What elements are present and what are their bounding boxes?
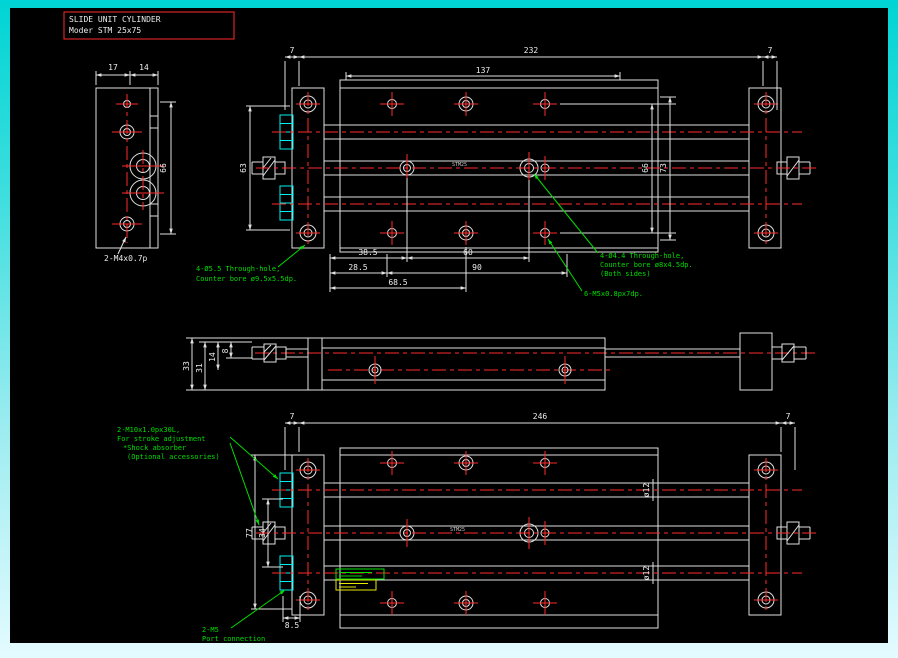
dim-8-5: 8.5 (285, 621, 300, 630)
dim-rod-dia-2: ø12 (642, 566, 651, 581)
note-stroke-2: For stroke adjustment (117, 435, 206, 443)
dim-8: 8 (221, 348, 230, 353)
note-cbore-left-1: 4-Ø5.5 Through-hole, (196, 265, 280, 273)
dim-77: 77 (245, 528, 254, 538)
dim-232: 232 (524, 46, 539, 55)
note-cbore-right-1: 4-Ø4.4 Through-hole, (600, 252, 684, 260)
dim-7-right-2: 7 (786, 412, 791, 421)
drawing-canvas (10, 8, 888, 643)
dim-7-left-2: 7 (290, 412, 295, 421)
note-port-1: 2-M5 (202, 626, 219, 634)
dim-90: 90 (472, 263, 482, 272)
note-port-2: Port connection (202, 635, 265, 643)
dim-68-5: 68.5 (388, 278, 407, 287)
dim-246: 246 (533, 412, 548, 421)
cad-drawing: SLIDE UNIT CYLINDER Moder STM 25x75 17 1… (10, 8, 888, 643)
dim-17: 17 (108, 63, 118, 72)
drawing-title: SLIDE UNIT CYLINDER (69, 15, 161, 24)
dim-60: 60 (463, 248, 473, 257)
dim-63: 63 (239, 163, 248, 173)
note-stroke-4: (Optional accessories) (127, 453, 220, 461)
dim-66: 66 (159, 163, 168, 173)
dim-14: 14 (139, 63, 149, 72)
note-stroke-1: 2-M10x1.0px30L, (117, 426, 180, 434)
note-m5-tap: 6-M5x0.8px7dp. (584, 290, 643, 298)
dim-73: 73 (659, 163, 668, 173)
dim-rod-dia-1: ø12 (642, 483, 651, 498)
note-cbore-right-2: Counter bore ø8x4.5dp. (600, 261, 693, 269)
dim-38-5: 38.5 (358, 248, 377, 257)
dim-14-side: 14 (208, 352, 217, 362)
dim-34: 34 (258, 528, 267, 538)
app-window: SLIDE UNIT CYLINDER Moder STM 25x75 17 1… (0, 0, 898, 658)
dim-137: 137 (476, 66, 491, 75)
dim-28-5: 28.5 (348, 263, 367, 272)
dim-66-plan: 66 (641, 163, 650, 173)
note-cbore-right-3: (Both sides) (600, 270, 651, 278)
note-stroke-3: *Shock absorber (123, 444, 186, 452)
body-stamp-text: STM25 (452, 162, 467, 168)
note-m4-tap: 2-M4x0.7p (104, 254, 148, 263)
body-stamp-text-2: STM25 (450, 527, 465, 533)
model-label: Moder STM 25x75 (69, 26, 141, 35)
dim-7-right: 7 (768, 46, 773, 55)
dim-33: 33 (182, 361, 191, 371)
note-cbore-left-2: Counter bore ø9.5x5.5dp. (196, 275, 297, 283)
dim-31: 31 (195, 363, 204, 373)
dim-7-left: 7 (290, 46, 295, 55)
